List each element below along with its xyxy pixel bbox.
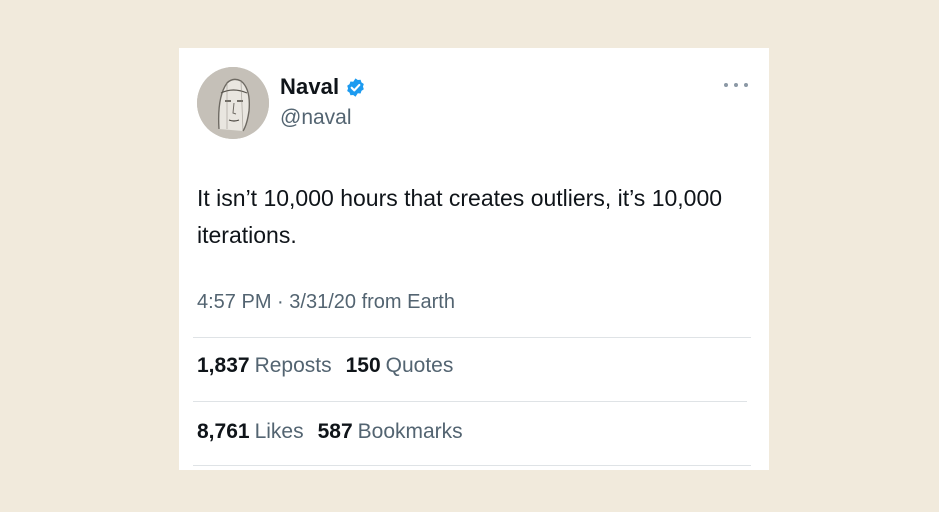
quotes-stat[interactable]: 150 Quotes	[346, 354, 454, 378]
user-handle[interactable]: @naval	[280, 106, 352, 130]
reposts-stat[interactable]: 1,837 Reposts	[197, 354, 332, 378]
tweet-text: It isn’t 10,000 hours that creates outli…	[197, 185, 723, 248]
bookmarks-label: Bookmarks	[357, 420, 463, 443]
more-dots-icon[interactable]	[724, 78, 748, 92]
bookmarks-stat[interactable]: 587 Bookmarks	[318, 420, 463, 444]
meta-separator: ·	[277, 291, 284, 313]
quotes-label: Quotes	[385, 354, 454, 377]
tweet-source: from Earth	[361, 291, 455, 313]
verified-badge-icon	[345, 77, 366, 98]
divider	[193, 337, 751, 338]
likes-count: 8,761	[197, 420, 250, 443]
reposts-label: Reposts	[254, 354, 332, 377]
display-name[interactable]: Naval	[280, 74, 339, 100]
avatar[interactable]	[197, 67, 269, 139]
quotes-count: 150	[345, 354, 381, 377]
divider	[193, 465, 751, 466]
divider	[193, 401, 747, 402]
stats-row-saves: 8,761 Likes 587 Bookmarks	[197, 420, 463, 444]
likes-stat[interactable]: 8,761 Likes	[197, 420, 304, 444]
tweet-time[interactable]: 4:57 PM	[197, 291, 271, 313]
likes-label: Likes	[254, 420, 304, 443]
tweet-card: Naval @naval It isn’t 10,000 hours that …	[179, 48, 769, 470]
bookmarks-count: 587	[317, 420, 353, 443]
stats-row-engagement: 1,837 Reposts 150 Quotes	[197, 354, 453, 378]
name-row: Naval	[280, 74, 366, 100]
avatar-sketch-image	[197, 67, 269, 139]
tweet-date[interactable]: 3/31/20	[289, 291, 356, 313]
reposts-count: 1,837	[197, 354, 250, 377]
tweet-timestamp: 4:57 PM · 3/31/20 from Earth	[197, 291, 455, 314]
